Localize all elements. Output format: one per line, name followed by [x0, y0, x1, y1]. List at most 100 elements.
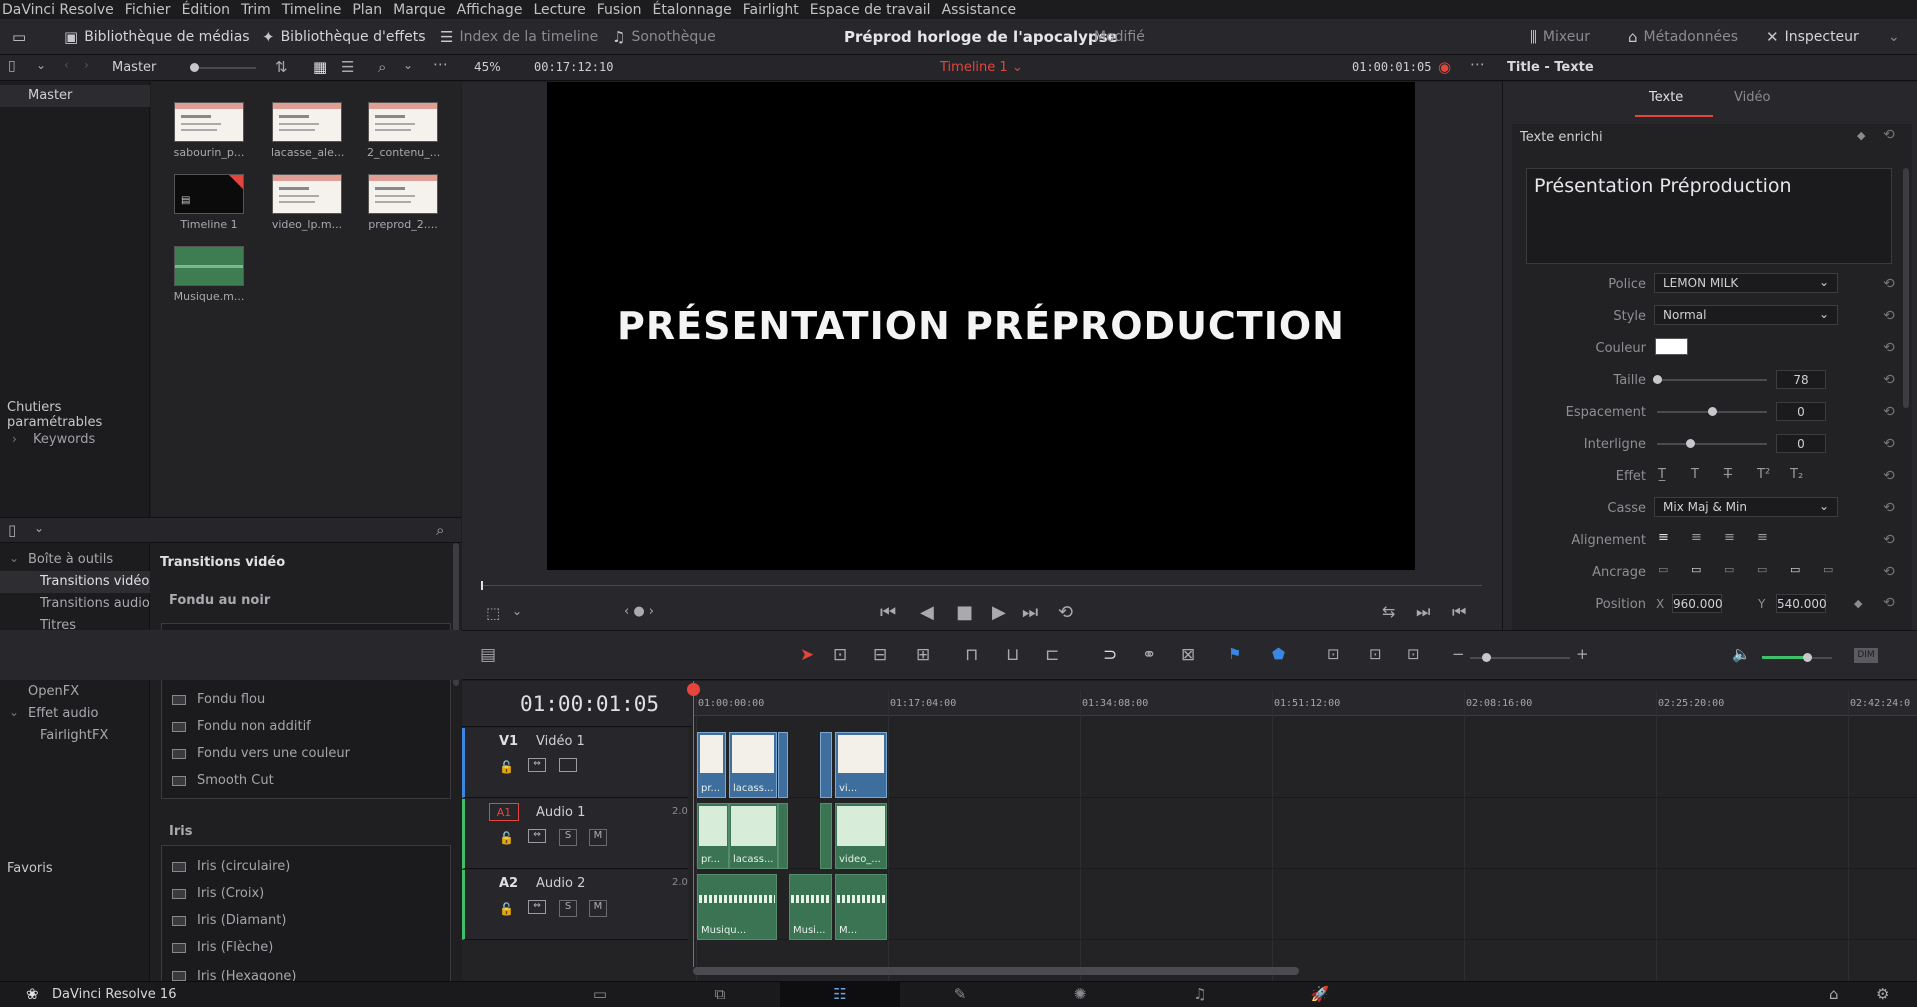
- horizontal-scrollbar[interactable]: [693, 967, 1299, 975]
- chevron-down-icon[interactable]: ⌄: [403, 58, 413, 72]
- align-left-icon[interactable]: ≡: [1658, 530, 1669, 545]
- menu-item[interactable]: Fusion: [597, 2, 642, 18]
- color-wheel-icon[interactable]: ◉: [1438, 58, 1451, 76]
- chevron-down-icon[interactable]: ⌄: [36, 58, 46, 72]
- zoom-custom-icon[interactable]: ⊡: [1407, 645, 1420, 663]
- chevron-down-icon[interactable]: ⌄: [9, 705, 19, 719]
- edit-page-icon[interactable]: ☷: [780, 981, 900, 1007]
- effects-tree-item[interactable]: OpenFX: [0, 681, 150, 703]
- anchor-top-icon[interactable]: ▭: [1658, 563, 1668, 576]
- reset-icon[interactable]: ⟲: [1883, 372, 1895, 388]
- menu-item[interactable]: Timeline: [282, 2, 342, 18]
- line-spacing-slider-knob[interactable]: [1686, 439, 1695, 448]
- reset-icon[interactable]: ⟲: [1883, 564, 1895, 580]
- size-slider[interactable]: [1657, 379, 1767, 381]
- menu-item[interactable]: Fairlight: [743, 2, 799, 18]
- spacing-input[interactable]: 0: [1776, 402, 1826, 421]
- volume-slider-knob[interactable]: [1803, 653, 1812, 662]
- playhead-handle[interactable]: [687, 683, 700, 696]
- align-justify-icon[interactable]: ≡: [1757, 530, 1768, 545]
- overwrite-clip-icon[interactable]: ⊔: [1006, 645, 1019, 665]
- menu-item[interactable]: Fichier: [125, 2, 171, 18]
- fusion-page-icon[interactable]: ✎: [900, 981, 1020, 1007]
- keywords-item[interactable]: Keywords: [33, 432, 95, 447]
- transition-item[interactable]: Fondu non additif: [172, 719, 311, 734]
- media-clip[interactable]: Musique.m...: [173, 246, 245, 303]
- play-icon[interactable]: ▶: [992, 602, 1006, 623]
- deliver-page-icon[interactable]: 🚀: [1260, 981, 1380, 1007]
- menu-item[interactable]: Lecture: [533, 2, 585, 18]
- metadata-button[interactable]: ⌂ Métadonnées: [1628, 19, 1738, 55]
- media-clip[interactable]: lacasse_ale...: [271, 102, 344, 159]
- disable-track-icon[interactable]: [559, 758, 577, 772]
- text-icon[interactable]: T: [1691, 467, 1699, 482]
- menu-item[interactable]: DaVinci Resolve: [2, 2, 114, 18]
- transition-item[interactable]: Iris (circulaire): [172, 859, 290, 874]
- anchor-right-icon[interactable]: ▭: [1823, 563, 1833, 576]
- effects-tree-item[interactable]: Transitions audio: [0, 593, 150, 615]
- blade-tool-icon[interactable]: ⊞: [916, 645, 930, 665]
- audio-clip[interactable]: [820, 803, 832, 869]
- zoom-detail-icon[interactable]: ⊡: [1369, 645, 1382, 663]
- cut-page-icon[interactable]: ⧉: [660, 981, 780, 1007]
- effects-tree-item[interactable]: FairlightFX: [0, 725, 150, 747]
- subscript-icon[interactable]: T₂: [1790, 467, 1803, 482]
- match-frame-icon[interactable]: ⇆: [1382, 602, 1395, 621]
- mixer-button[interactable]: ⫼ Mixeur: [1530, 19, 1590, 55]
- superscript-icon[interactable]: T²: [1757, 467, 1770, 482]
- solo-button[interactable]: S: [559, 900, 577, 917]
- media-clip[interactable]: 2_contenu_...: [367, 102, 440, 159]
- track-header[interactable]: A1 Audio 1 2.0 🔓 ⇔ S M: [462, 799, 688, 869]
- effects-tree-item[interactable]: ⌄ Effet audio: [0, 703, 150, 725]
- timeline-name[interactable]: Timeline 1 ⌄: [940, 60, 1023, 75]
- link-icon[interactable]: ⚭: [1142, 645, 1156, 665]
- track-name[interactable]: Audio 2: [536, 876, 585, 891]
- lock-icon[interactable]: ⊠: [1181, 645, 1195, 665]
- layout-icon[interactable]: ▭: [12, 19, 32, 55]
- tab-text[interactable]: Texte: [1649, 90, 1683, 105]
- anchor-center-icon[interactable]: ▭: [1790, 563, 1800, 576]
- track-name[interactable]: Vidéo 1: [536, 734, 585, 749]
- anchor-bottom-icon[interactable]: ▭: [1724, 563, 1734, 576]
- solo-button[interactable]: S: [559, 829, 577, 846]
- spacing-slider-knob[interactable]: [1708, 407, 1717, 416]
- previous-edit-icon[interactable]: ⏮: [1452, 602, 1466, 622]
- case-dropdown[interactable]: Mix Maj & Min ⌄: [1654, 497, 1838, 517]
- media-clip[interactable]: ▤ Timeline 1: [173, 174, 245, 231]
- position-y-input[interactable]: 540.000: [1776, 594, 1827, 613]
- menu-item[interactable]: Assistance: [942, 2, 1017, 18]
- keyframe-icon[interactable]: ◆: [1857, 129, 1865, 142]
- mute-button[interactable]: M: [589, 829, 607, 846]
- panel-toggle-icon[interactable]: ▯: [8, 521, 16, 539]
- reset-icon[interactable]: ⟲: [1883, 500, 1895, 516]
- menu-item[interactable]: Étalonnage: [653, 2, 732, 18]
- menu-item[interactable]: Plan: [352, 2, 382, 18]
- transition-item[interactable]: Fondu vers une couleur: [172, 746, 350, 761]
- track-name[interactable]: Audio 1: [536, 805, 585, 820]
- chevron-down-icon[interactable]: ⌄: [34, 521, 44, 535]
- trim-tool-icon[interactable]: ⊡: [833, 645, 847, 665]
- panel-toggle-icon[interactable]: ▯: [8, 58, 16, 74]
- align-right-icon[interactable]: ≡: [1724, 530, 1735, 545]
- dynamic-trim-icon[interactable]: ⊟: [873, 645, 887, 665]
- selection-tool-icon[interactable]: ➤: [800, 645, 814, 665]
- audio-clip[interactable]: Musiqu...: [697, 874, 777, 940]
- color-page-icon[interactable]: ✺: [1020, 981, 1140, 1007]
- search-icon[interactable]: ⌕: [436, 521, 444, 539]
- transition-item[interactable]: Iris (Croix): [172, 886, 264, 901]
- audio-clip[interactable]: pr...: [697, 803, 729, 869]
- go-to-end-icon[interactable]: ⏭: [1022, 602, 1038, 623]
- reset-icon[interactable]: ⟲: [1883, 340, 1895, 356]
- size-slider-knob[interactable]: [1653, 375, 1662, 384]
- reset-icon[interactable]: ⟲: [1883, 308, 1895, 324]
- sort-icon[interactable]: ⇅: [275, 58, 288, 76]
- snapping-icon[interactable]: ⊃: [1103, 645, 1117, 665]
- mute-button[interactable]: M: [589, 900, 607, 917]
- reset-icon[interactable]: ⟲: [1883, 532, 1895, 548]
- jog-icon[interactable]: ‹ ● ›: [624, 604, 654, 619]
- auto-select-icon[interactable]: ⇔: [528, 900, 546, 914]
- size-input[interactable]: 78: [1776, 370, 1826, 389]
- anchor-left-icon[interactable]: ▭: [1757, 563, 1767, 576]
- auto-select-icon[interactable]: ⇔: [528, 829, 546, 843]
- media-clip[interactable]: sabourin_p...: [173, 102, 245, 159]
